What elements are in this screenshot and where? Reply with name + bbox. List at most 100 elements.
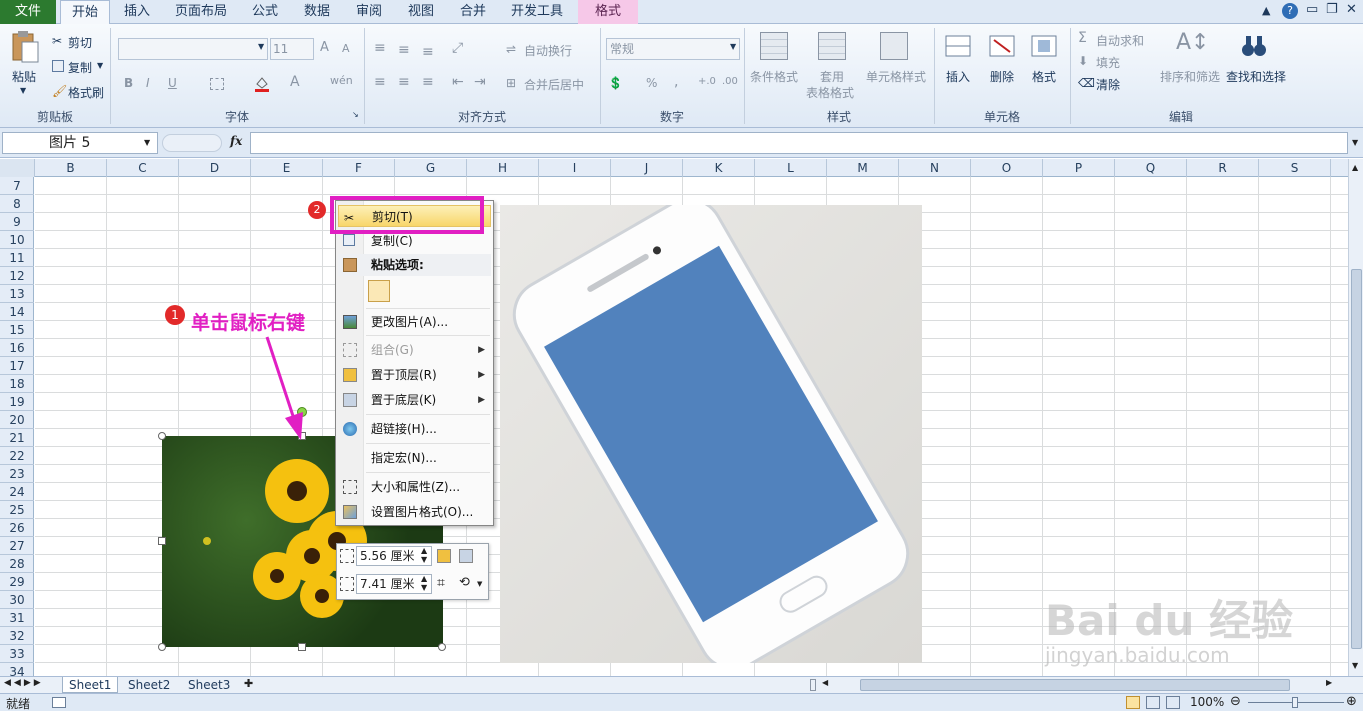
page-break-view-icon[interactable] xyxy=(1166,696,1180,709)
font-launcher-icon[interactable]: ↘ xyxy=(352,110,359,119)
grow-font-button[interactable]: A xyxy=(320,40,329,55)
row-header-9[interactable]: 9 xyxy=(0,213,34,231)
row-header-24[interactable]: 24 xyxy=(0,483,34,501)
page-layout-view-icon[interactable] xyxy=(1146,696,1160,709)
tab-formulas[interactable]: 公式 xyxy=(242,0,288,24)
align-top-icon[interactable]: ≡ xyxy=(374,40,386,56)
collapse-ribbon-icon[interactable]: ▲ xyxy=(1262,4,1270,17)
zoom-slider-thumb[interactable] xyxy=(1292,697,1298,708)
column-header-E[interactable]: E xyxy=(251,159,323,177)
restore-icon[interactable]: ❐ xyxy=(1326,2,1338,17)
row-header-33[interactable]: 33 xyxy=(0,645,34,663)
rotate-dropdown-icon[interactable]: ▼ xyxy=(477,580,482,588)
crop-icon[interactable]: ⌗ xyxy=(437,575,445,591)
autosum-button[interactable]: 自动求和 xyxy=(1096,32,1144,49)
bold-button[interactable]: B xyxy=(124,76,133,90)
row-header-14[interactable]: 14 xyxy=(0,303,34,321)
cell-grid[interactable]: 1 单击鼠标右键 Bai du 经验 jingyan.baidu.com xyxy=(35,177,1348,676)
row-header-15[interactable]: 15 xyxy=(0,321,34,339)
row-header-29[interactable]: 29 xyxy=(0,573,34,591)
column-header-N[interactable]: N xyxy=(899,159,971,177)
macro-record-icon[interactable] xyxy=(52,697,66,708)
column-header-G[interactable]: G xyxy=(395,159,467,177)
percent-button[interactable]: % xyxy=(646,76,657,90)
close-icon[interactable]: ✕ xyxy=(1346,2,1357,17)
menu-item-format-picture[interactable]: 设置图片格式(O)... xyxy=(338,501,491,523)
tab-merge[interactable]: 合并 xyxy=(450,0,496,24)
increase-decimal-icon[interactable]: +.0 xyxy=(698,76,716,87)
wrap-text-button[interactable]: 自动换行 xyxy=(524,42,572,59)
sheet-tab-1[interactable]: Sheet1 xyxy=(62,677,119,693)
scroll-thumb[interactable] xyxy=(1351,269,1362,649)
row-header-30[interactable]: 30 xyxy=(0,591,34,609)
delete-cells-button[interactable]: 删除 xyxy=(990,68,1014,85)
format-cells-button[interactable]: 格式 xyxy=(1032,68,1056,85)
fill-color-icon[interactable] xyxy=(254,76,270,92)
hscroll-left-icon[interactable]: ◀ xyxy=(822,678,828,687)
row-header-7[interactable]: 7 xyxy=(0,177,34,195)
tab-view[interactable]: 视图 xyxy=(398,0,444,24)
expand-formula-icon[interactable]: ▼ xyxy=(1352,138,1358,147)
paste-option-icon[interactable] xyxy=(368,280,390,302)
column-header-R[interactable]: R xyxy=(1187,159,1259,177)
send-back-icon[interactable] xyxy=(459,549,473,563)
font-size-box[interactable]: 11 xyxy=(270,38,314,60)
cut-button[interactable]: 剪切 xyxy=(68,34,92,51)
select-all-corner[interactable] xyxy=(0,159,35,177)
scroll-down-icon[interactable]: ▼ xyxy=(1352,661,1358,670)
font-name-box[interactable] xyxy=(118,38,268,60)
paste-icon[interactable] xyxy=(10,30,40,66)
resize-handle[interactable] xyxy=(298,643,306,651)
phonetic-icon[interactable]: wén xyxy=(330,74,353,87)
paste-button[interactable]: 粘贴 xyxy=(12,68,36,85)
copy-dropdown-icon[interactable]: ▼ xyxy=(97,61,103,70)
column-header-C[interactable]: C xyxy=(107,159,179,177)
tab-data[interactable]: 数据 xyxy=(294,0,340,24)
new-sheet-icon[interactable]: ✚ xyxy=(244,677,253,690)
row-header-10[interactable]: 10 xyxy=(0,231,34,249)
font-name-dropdown-icon[interactable]: ▼ xyxy=(258,42,264,51)
sheet-tab-2[interactable]: Sheet2 xyxy=(122,677,176,693)
minimize-icon[interactable]: ▭ xyxy=(1306,2,1318,17)
format-painter-button[interactable]: 格式刷 xyxy=(68,84,104,101)
merge-center-button[interactable]: 合并后居中 xyxy=(524,76,584,93)
menu-item-group[interactable]: 组合(G) ▶ xyxy=(338,339,491,361)
column-header-D[interactable]: D xyxy=(179,159,251,177)
sort-filter-button[interactable]: 排序和筛选 xyxy=(1160,68,1220,85)
column-header-M[interactable]: M xyxy=(827,159,899,177)
menu-item-assign-macro[interactable]: 指定宏(N)... xyxy=(338,447,491,469)
clear-button[interactable]: 清除 xyxy=(1096,76,1120,93)
scroll-up-icon[interactable]: ▲ xyxy=(1352,163,1358,172)
column-header-I[interactable]: I xyxy=(539,159,611,177)
resize-handle[interactable] xyxy=(158,537,166,545)
sheet-tab-3[interactable]: Sheet3 xyxy=(182,677,236,693)
row-header-32[interactable]: 32 xyxy=(0,627,34,645)
resize-handle[interactable] xyxy=(158,643,166,651)
increase-indent-icon[interactable]: ⇥ xyxy=(474,74,486,90)
menu-item-change-picture[interactable]: 更改图片(A)... xyxy=(338,311,491,333)
row-header-16[interactable]: 16 xyxy=(0,339,34,357)
insert-cells-button[interactable]: 插入 xyxy=(946,68,970,85)
column-header-L[interactable]: L xyxy=(755,159,827,177)
row-header-20[interactable]: 20 xyxy=(0,411,34,429)
decrease-decimal-icon[interactable]: .00 xyxy=(722,76,738,87)
tab-developer[interactable]: 开发工具 xyxy=(502,0,572,24)
font-color-button[interactable]: A xyxy=(290,74,300,90)
comma-button[interactable]: , xyxy=(674,74,678,90)
menu-item-send-back[interactable]: 置于底层(K) ▶ xyxy=(338,389,491,411)
column-header-F[interactable]: F xyxy=(323,159,395,177)
bring-front-icon[interactable] xyxy=(437,549,451,563)
find-select-button[interactable]: 查找和选择 xyxy=(1226,68,1286,85)
help-icon[interactable]: ? xyxy=(1282,3,1298,19)
name-box[interactable]: 图片 5 xyxy=(2,132,158,154)
column-header-Q[interactable]: Q xyxy=(1115,159,1187,177)
tab-split-handle[interactable] xyxy=(810,679,816,691)
menu-item-bring-front[interactable]: 置于顶层(R) ▶ xyxy=(338,364,491,386)
tab-review[interactable]: 审阅 xyxy=(346,0,392,24)
insert-function-button[interactable]: fx xyxy=(230,134,242,148)
tab-insert[interactable]: 插入 xyxy=(114,0,160,24)
row-header-22[interactable]: 22 xyxy=(0,447,34,465)
column-header-B[interactable]: B xyxy=(35,159,107,177)
decrease-indent-icon[interactable]: ⇤ xyxy=(452,74,464,90)
column-header-J[interactable]: J xyxy=(611,159,683,177)
